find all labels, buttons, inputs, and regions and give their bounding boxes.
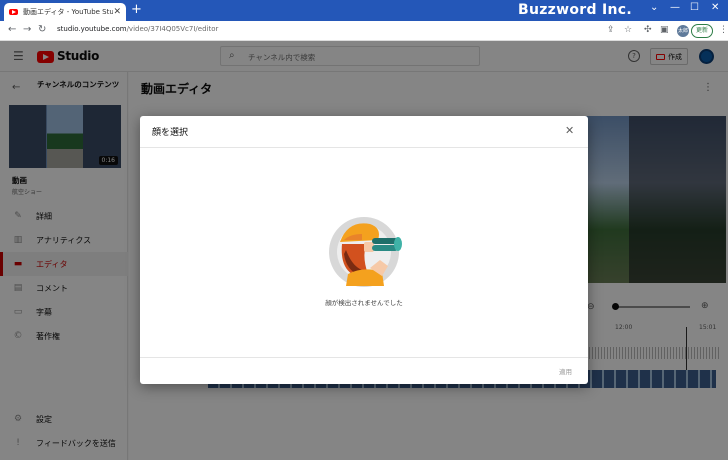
minimize-icon[interactable]: — bbox=[670, 2, 680, 13]
browser-tab[interactable]: 動画エディタ - YouTube Studio ✕ bbox=[4, 3, 126, 21]
youtube-favicon-icon bbox=[9, 9, 18, 15]
browser-tabstrip: 動画エディタ - YouTube Studio ✕ + Buzzword Inc… bbox=[0, 0, 728, 21]
sidepanel-icon[interactable]: ▣ bbox=[660, 25, 669, 35]
url-host: studio.youtube.com bbox=[57, 25, 127, 33]
reload-icon[interactable]: ↻ bbox=[38, 24, 46, 35]
brand-watermark: Buzzword Inc. bbox=[518, 2, 632, 18]
dialog-title: 顔を選択 bbox=[152, 128, 189, 138]
apply-button[interactable]: 適用 bbox=[559, 366, 572, 376]
binoculars-illustration-icon bbox=[329, 217, 402, 287]
tab-title: 動画エディタ - YouTube Studio bbox=[23, 8, 114, 16]
back-arrow-icon[interactable]: ← bbox=[8, 24, 16, 35]
extensions-icon[interactable]: ✣ bbox=[644, 25, 652, 35]
maximize-icon[interactable]: ☐ bbox=[690, 2, 699, 13]
window-menu-icon[interactable]: ⌄ bbox=[650, 2, 658, 13]
address-bar[interactable]: studio.youtube.com/video/37I4Q05Vc7I/edi… bbox=[57, 25, 218, 33]
select-face-dialog: 顔を選択 ✕ 顔が検出されませんでした 適用 bbox=[140, 116, 588, 384]
new-tab-button[interactable]: + bbox=[131, 3, 142, 17]
bookmark-star-icon[interactable]: ☆ bbox=[624, 25, 632, 35]
window-close-icon[interactable]: ✕ bbox=[711, 2, 719, 13]
url-path: /video/37I4Q05Vc7I/editor bbox=[126, 25, 219, 33]
share-icon[interactable]: ⇪ bbox=[607, 25, 615, 35]
divider bbox=[140, 147, 588, 148]
browser-menu-icon[interactable]: ⋮ bbox=[719, 25, 728, 35]
close-icon[interactable]: ✕ bbox=[565, 124, 574, 137]
tab-close-icon[interactable]: ✕ bbox=[113, 7, 121, 17]
profile-avatar[interactable]: 太郎 bbox=[677, 25, 689, 37]
update-button[interactable]: 更新 bbox=[691, 24, 714, 38]
divider bbox=[140, 357, 588, 358]
forward-arrow-icon[interactable]: → bbox=[23, 24, 31, 35]
browser-toolbar: ← → ↻ studio.youtube.com/video/37I4Q05Vc… bbox=[0, 21, 728, 41]
no-faces-message: 顔が検出されませんでした bbox=[325, 299, 403, 307]
